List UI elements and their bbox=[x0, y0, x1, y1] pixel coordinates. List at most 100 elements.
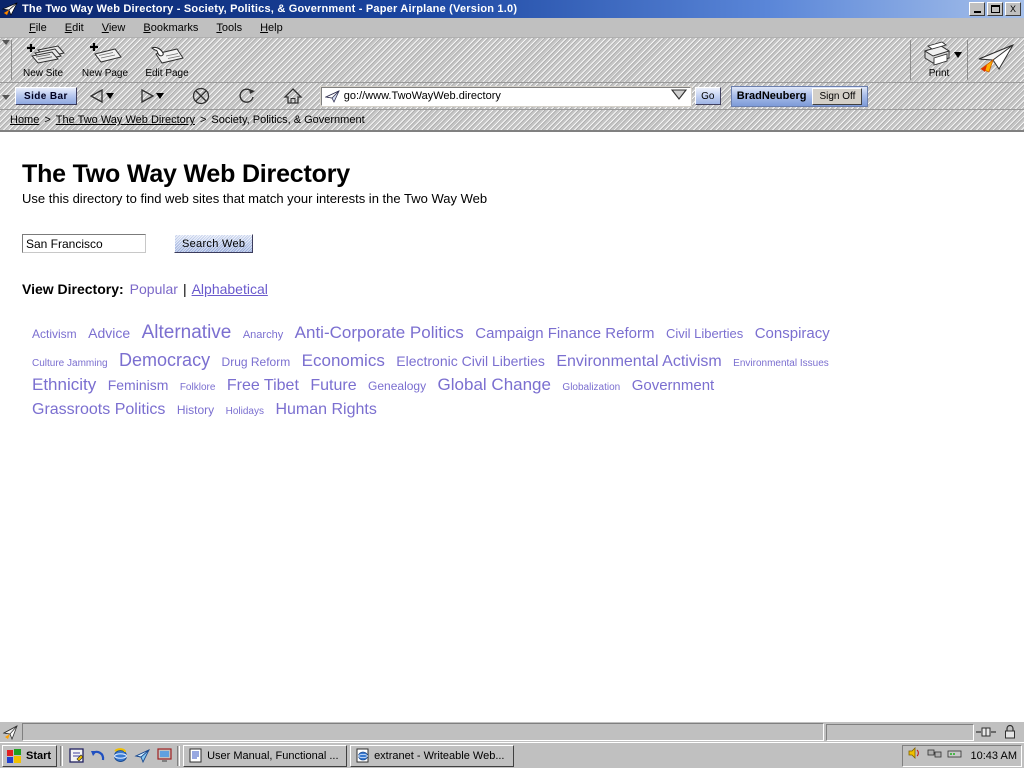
view-directory-row: View Directory: Popular | Alphabetical bbox=[22, 281, 1024, 297]
new-page-button[interactable]: New Page bbox=[74, 38, 136, 82]
menu-edit[interactable]: Edit bbox=[56, 20, 93, 36]
minimize-button[interactable] bbox=[969, 2, 985, 16]
status-message bbox=[22, 723, 824, 741]
address-dropdown-icon[interactable] bbox=[670, 87, 688, 106]
view-option-alphabetical[interactable]: Alphabetical bbox=[192, 281, 268, 297]
tag-link[interactable]: Campaign Finance Reform bbox=[475, 325, 654, 342]
search-row: Search Web bbox=[22, 234, 1024, 253]
tag-link[interactable]: History bbox=[177, 403, 214, 417]
paper-airplane-logo[interactable] bbox=[968, 38, 1024, 82]
maximize-button[interactable] bbox=[987, 2, 1003, 16]
tag-link[interactable]: Drug Reform bbox=[222, 355, 291, 369]
tag-link[interactable]: Human Rights bbox=[275, 401, 376, 418]
tag-link[interactable]: Anarchy bbox=[243, 329, 283, 341]
stop-button[interactable] bbox=[178, 84, 224, 108]
volume-icon[interactable] bbox=[907, 746, 922, 765]
search-input[interactable] bbox=[22, 234, 146, 253]
main-toolbar: New Site New Page Edit Page Print bbox=[0, 38, 1024, 83]
paper-airplane-icon[interactable] bbox=[132, 746, 152, 766]
edit-page-label: Edit Page bbox=[145, 68, 189, 79]
taskbar-divider-2 bbox=[177, 745, 181, 766]
toolbar-grip[interactable] bbox=[0, 38, 11, 82]
menu-tools[interactable]: Tools bbox=[207, 20, 251, 36]
new-site-icon bbox=[20, 41, 66, 67]
view-option-popular[interactable]: Popular bbox=[130, 281, 178, 297]
window-title: The Two Way Web Directory - Society, Pol… bbox=[22, 3, 518, 15]
menu-bookmarks[interactable]: Bookmarks bbox=[134, 20, 207, 36]
address-bar[interactable]: go://www.TwoWayWeb.directory bbox=[319, 85, 692, 107]
tag-link[interactable]: Government bbox=[632, 377, 715, 394]
tag-link[interactable]: Feminism bbox=[108, 377, 169, 393]
window-controls: X bbox=[969, 2, 1021, 16]
tag-cloud: Activism Advice Alternative Anarchy Anti… bbox=[22, 319, 842, 421]
tag-link[interactable]: Environmental Activism bbox=[556, 353, 721, 370]
paper-airplane-icon bbox=[2, 723, 20, 741]
monitor-icon[interactable] bbox=[154, 746, 174, 766]
task-label: User Manual, Functional ... bbox=[207, 749, 339, 762]
forward-button[interactable] bbox=[128, 84, 178, 108]
tag-link[interactable]: Advice bbox=[88, 325, 130, 341]
edit-page-button[interactable]: Edit Page bbox=[136, 38, 198, 82]
tag-link[interactable]: Democracy bbox=[119, 350, 210, 370]
lock-icon[interactable] bbox=[998, 723, 1022, 741]
task-button-user-manual[interactable]: User Manual, Functional ... bbox=[183, 744, 348, 767]
breadcrumb-item-home[interactable]: Home bbox=[10, 114, 39, 126]
tag-link[interactable]: Free Tibet bbox=[227, 377, 299, 394]
menu-view[interactable]: View bbox=[93, 20, 135, 36]
show-desktop-icon[interactable] bbox=[66, 746, 86, 766]
menu-file[interactable]: File bbox=[20, 20, 56, 36]
print-button[interactable]: Print bbox=[911, 38, 967, 82]
navbar-grip[interactable] bbox=[0, 93, 11, 100]
tag-link[interactable]: Globalization bbox=[562, 382, 620, 393]
tag-link[interactable]: Future bbox=[310, 377, 356, 394]
tag-link[interactable]: Anti-Corporate Politics bbox=[295, 323, 464, 342]
breadcrumb-separator: > bbox=[199, 114, 207, 126]
back-button[interactable] bbox=[78, 84, 128, 108]
tag-link[interactable]: Activism bbox=[32, 327, 77, 341]
task-button-extranet[interactable]: extranet - Writeable Web... bbox=[350, 744, 515, 767]
tag-link[interactable]: Culture Jamming bbox=[32, 358, 108, 369]
search-web-button[interactable]: Search Web bbox=[174, 234, 254, 253]
undo-icon[interactable] bbox=[88, 746, 108, 766]
view-option-separator: | bbox=[182, 281, 187, 297]
tag-link[interactable]: Global Change bbox=[438, 375, 551, 394]
windows-logo-icon bbox=[7, 748, 21, 763]
printer-icon bbox=[915, 41, 963, 67]
sidebar-button[interactable]: Side Bar bbox=[15, 87, 77, 105]
title-bar: The Two Way Web Directory - Society, Pol… bbox=[0, 0, 1024, 18]
sign-off-button[interactable]: Sign Off bbox=[812, 87, 863, 105]
breadcrumb-item-directory[interactable]: The Two Way Web Directory bbox=[56, 114, 195, 126]
tag-link[interactable]: Alternative bbox=[142, 322, 232, 343]
internet-explorer-icon bbox=[356, 748, 369, 763]
page-content: The Two Way Web Directory Use this direc… bbox=[0, 132, 1024, 720]
home-button[interactable] bbox=[270, 84, 316, 108]
modem-icon[interactable] bbox=[947, 746, 962, 765]
document-icon bbox=[189, 748, 202, 763]
tag-link[interactable]: Folklore bbox=[180, 382, 216, 393]
system-tray: 10:43 AM bbox=[901, 744, 1022, 767]
tag-link[interactable]: Electronic Civil Liberties bbox=[396, 353, 545, 369]
tag-link[interactable]: Grassroots Politics bbox=[32, 401, 165, 418]
close-button[interactable]: X bbox=[1005, 2, 1021, 16]
tag-link[interactable]: Genealogy bbox=[368, 379, 426, 393]
internet-explorer-icon[interactable] bbox=[110, 746, 130, 766]
start-label: Start bbox=[26, 749, 52, 762]
tag-link[interactable]: Economics bbox=[302, 351, 385, 370]
tag-link[interactable]: Conspiracy bbox=[755, 325, 830, 342]
tag-link[interactable]: Civil Liberties bbox=[666, 326, 743, 341]
network-connection-icon[interactable] bbox=[974, 723, 998, 741]
menu-help[interactable]: Help bbox=[251, 20, 292, 36]
new-site-button[interactable]: New Site bbox=[12, 38, 74, 82]
tag-link[interactable]: Environmental Issues bbox=[733, 358, 829, 369]
status-bar bbox=[0, 720, 1024, 742]
tag-link[interactable]: Holidays bbox=[226, 406, 264, 417]
start-button[interactable]: Start bbox=[2, 744, 58, 767]
tag-link[interactable]: Ethnicity bbox=[32, 375, 96, 394]
paper-airplane-icon bbox=[1, 2, 18, 16]
clock: 10:43 AM bbox=[970, 749, 1017, 762]
new-site-label: New Site bbox=[22, 68, 63, 79]
address-input[interactable]: go://www.TwoWayWeb.directory bbox=[344, 90, 670, 102]
network-icon[interactable] bbox=[927, 746, 942, 765]
reload-button[interactable] bbox=[224, 84, 270, 108]
go-button[interactable]: Go bbox=[694, 87, 721, 105]
